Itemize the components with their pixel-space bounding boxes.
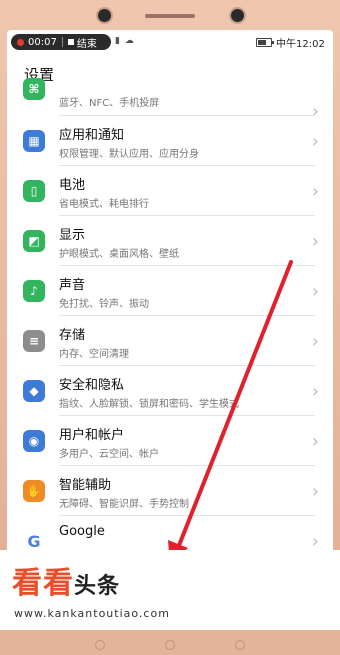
chevron-right-icon: › (311, 181, 319, 202)
settings-row[interactable]: ✋ 智能辅助无障碍、智能识屏、手势控制 › (7, 466, 333, 516)
settings-row[interactable]: ▦ 应用和通知权限管理、默认应用、应用分身 › (7, 116, 333, 166)
settings-row-subtitle: 内存、空间清理 (59, 349, 129, 360)
watermark-logo: 看看头条 (12, 558, 120, 602)
bluetooth-icon: ⌘ (23, 78, 45, 100)
front-camera (231, 9, 244, 22)
settings-row-subtitle: 护眼模式、桌面风格、壁纸 (59, 249, 179, 260)
chevron-right-icon: › (311, 231, 319, 252)
earpiece (145, 14, 195, 18)
chevron-right-icon: › (311, 481, 319, 502)
watermark-logo-tail: 头条 (74, 574, 121, 599)
settings-row-title: 智能辅助 (59, 478, 112, 493)
front-sensor (98, 9, 111, 22)
chevron-right-icon: › (311, 531, 319, 552)
settings-row-title: 应用和通知 (59, 128, 125, 143)
apps-icon: ▦ (23, 130, 45, 152)
sound-icon: ♪ (23, 280, 45, 302)
nav-back-icon[interactable] (95, 640, 105, 650)
display-icon: ◩ (23, 230, 45, 252)
settings-row-title: 显示 (59, 228, 86, 243)
record-dot-icon (17, 38, 24, 46)
storage-icon: ≡ (23, 330, 45, 352)
chevron-right-icon: › (311, 381, 319, 402)
record-stop-label[interactable]: 结束 (77, 35, 97, 50)
settings-row-title: Google (59, 524, 105, 539)
stop-icon (67, 39, 74, 45)
settings-row-title: 用户和帐户 (59, 428, 125, 443)
shield-icon: ◆ (23, 380, 45, 402)
settings-row[interactable]: ≡ 存储内存、空间清理 › (7, 316, 333, 366)
settings-list: ⌘ 蓝牙、NFC、手机投屏 › ▦ 应用和通知权限管理、默认应用、应用分身 › ▯ 电池省电模… (7, 78, 333, 566)
battery-icon (256, 38, 274, 47)
settings-row-subtitle: 蓝牙、NFC、手机投屏 (59, 98, 160, 109)
watermark-logo-main: 看看 (12, 566, 74, 601)
settings-row[interactable]: ♪ 声音免打扰、铃声、振动 › (7, 266, 333, 316)
nav-home-icon[interactable] (165, 640, 175, 650)
record-time: 00:07 (28, 36, 57, 48)
settings-row[interactable]: ▯ 电池省电模式、耗电排行 › (7, 166, 333, 216)
google-icon: G (23, 530, 45, 552)
chevron-right-icon: › (311, 331, 319, 352)
settings-row[interactable]: ⌘ 蓝牙、NFC、手机投屏 › (7, 78, 333, 122)
chevron-right-icon: › (311, 281, 319, 302)
settings-row-subtitle: 无障碍、智能识屏、手势控制 (59, 499, 189, 510)
record-separator (61, 37, 63, 47)
notification-icons: ▮ ☁ (115, 36, 135, 46)
watermark-url: www.kankantoutiao.com (14, 607, 170, 620)
phone-frame: 00:07 结束 ▮ ☁ 中午12:02 设置 ⌘ 蓝牙、NFC、手机投屏 › ▦ 应用… (0, 0, 340, 655)
battery-icon: ▯ (23, 180, 45, 202)
settings-row-title: 安全和隐私 (59, 378, 125, 393)
top-bezel (0, 0, 340, 30)
settings-row[interactable]: ◆ 安全和隐私指纹、人脸解锁、锁屏和密码、学生模式 › (7, 366, 333, 416)
settings-row-subtitle: 多用户、云空间、帐户 (59, 449, 159, 460)
status-bar: 00:07 结束 ▮ ☁ 中午12:02 (7, 30, 333, 54)
settings-row-subtitle: 权限管理、默认应用、应用分身 (59, 149, 199, 160)
battery-fill (258, 40, 267, 45)
chevron-right-icon: › (311, 431, 319, 452)
settings-row-title: 电池 (59, 178, 86, 193)
nav-recent-icon[interactable] (235, 640, 245, 650)
chevron-right-icon: › (311, 131, 319, 152)
settings-row-title: 声音 (59, 278, 86, 293)
settings-row[interactable]: ◩ 显示护眼模式、桌面风格、壁纸 › (7, 216, 333, 266)
hand-icon: ✋ (23, 480, 45, 502)
settings-row-subtitle: 省电模式、耗电排行 (59, 199, 149, 210)
screen-record-pill[interactable]: 00:07 结束 (11, 34, 111, 50)
status-clock: 中午12:02 (276, 39, 325, 50)
settings-row[interactable]: ◉ 用户和帐户多用户、云空间、帐户 › (7, 416, 333, 466)
settings-row-subtitle: 指纹、人脸解锁、锁屏和密码、学生模式 (59, 399, 239, 410)
settings-row-subtitle: 免打扰、铃声、振动 (59, 299, 149, 310)
settings-row-title: 存储 (59, 328, 86, 343)
user-icon: ◉ (23, 430, 45, 452)
